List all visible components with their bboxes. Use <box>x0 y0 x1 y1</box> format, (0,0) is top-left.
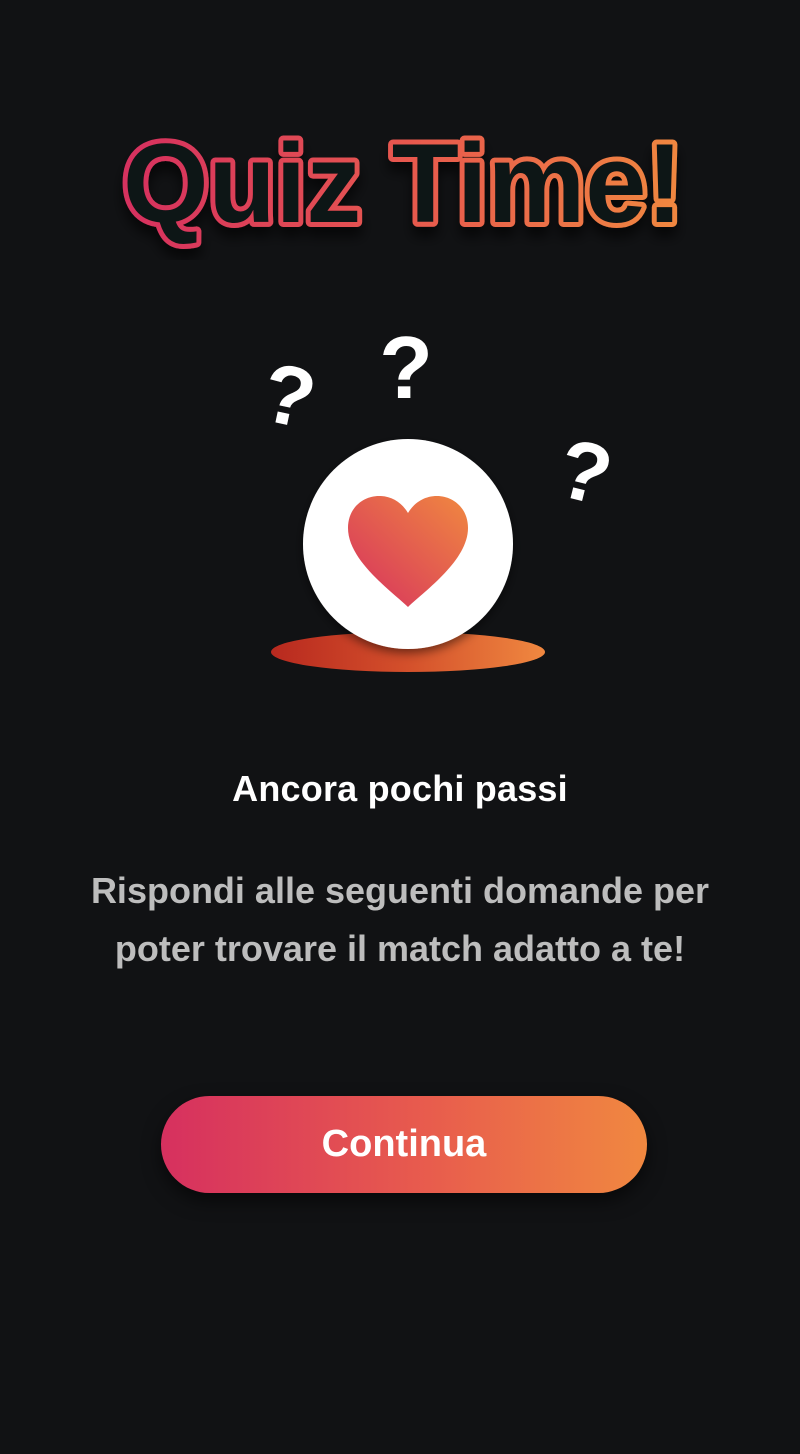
title-text: Quiz Time! <box>123 121 683 246</box>
quiz-illustration: ? ? ? <box>230 318 630 700</box>
section-subtitle: Ancora pochi passi <box>232 768 568 809</box>
svg-text:?: ? <box>379 320 433 417</box>
page-title: Quiz Time! <box>0 110 800 260</box>
continue-button[interactable]: Continua <box>161 1096 647 1193</box>
svg-text:?: ? <box>254 344 324 447</box>
question-mark-icon: ? <box>254 344 324 447</box>
title-graphic: Quiz Time! <box>118 116 688 251</box>
quiz-intro-screen: Quiz Time! ? ? ? Ancora pochi passi Risp… <box>0 0 800 1454</box>
question-mark-icon: ? <box>379 318 433 417</box>
svg-text:?: ? <box>549 420 622 524</box>
description-text: Rispondi alle seguenti domande per poter… <box>90 870 710 969</box>
question-mark-icon: ? <box>549 420 622 524</box>
